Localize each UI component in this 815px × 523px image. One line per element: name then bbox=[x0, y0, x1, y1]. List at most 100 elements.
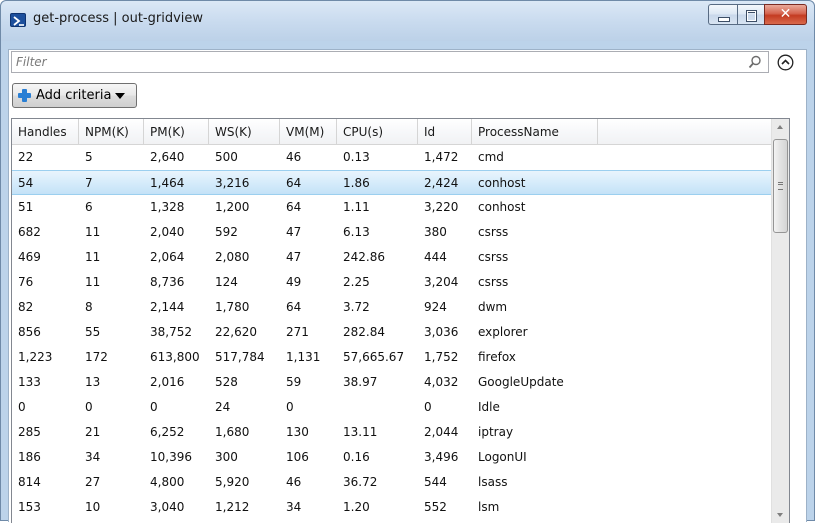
table-row[interactable]: 153 10 3,040 1,212 34 1.20 552 lsm bbox=[12, 495, 772, 520]
table-row[interactable]: 186 34 10,396 300 106 0.16 3,496 LogonUI bbox=[12, 445, 772, 470]
cell-pm: 8,736 bbox=[150, 275, 185, 289]
cell-id: 3,204 bbox=[424, 275, 459, 289]
cell-ws: 1,200 bbox=[215, 200, 250, 214]
cell-cpu: 242.86 bbox=[343, 250, 385, 264]
cell-ws: 517,784 bbox=[215, 350, 265, 364]
table-row[interactable]: 469 11 2,064 2,080 47 242.86 444 csrss bbox=[12, 245, 772, 270]
cell-cpu: 0.13 bbox=[343, 150, 370, 164]
cell-vm: 1,131 bbox=[286, 350, 321, 364]
cell-cpu: 1.11 bbox=[343, 200, 370, 214]
cell-vm: 47 bbox=[286, 225, 302, 239]
cell-pm: 2,640 bbox=[150, 150, 185, 164]
cell-processname: csrss bbox=[478, 225, 509, 239]
table-row[interactable]: 0 0 0 24 0 0 Idle bbox=[12, 395, 772, 420]
cell-pm: 2,040 bbox=[150, 225, 185, 239]
cell-handles: 285 bbox=[18, 425, 41, 439]
cell-processname: firefox bbox=[478, 350, 516, 364]
cell-ws: 300 bbox=[215, 450, 238, 464]
close-button[interactable]: ✕ bbox=[764, 4, 807, 25]
cell-id: 1,752 bbox=[424, 350, 459, 364]
cell-vm: 46 bbox=[286, 150, 302, 164]
cell-id: 0 bbox=[424, 400, 432, 414]
cell-processname: conhost bbox=[478, 176, 526, 190]
table-row[interactable]: 856 55 38,752 22,620 271 282.84 3,036 explorer bbox=[12, 320, 772, 345]
table-row[interactable]: 51 6 1,328 1,200 64 1.11 3,220 conhost bbox=[12, 195, 772, 220]
filter-input[interactable] bbox=[16, 54, 736, 70]
cell-pm: 2,016 bbox=[150, 375, 185, 389]
window-title: get-process | out-gridview bbox=[33, 11, 204, 26]
column-header-id[interactable]: Id bbox=[418, 119, 472, 145]
scroll-up-icon[interactable] bbox=[772, 119, 789, 136]
cell-processname: lsm bbox=[478, 500, 500, 514]
table-row[interactable]: 82 8 2,144 1,780 64 3.72 924 dwm bbox=[12, 295, 772, 320]
column-header-cpu[interactable]: CPU(s) bbox=[337, 119, 418, 145]
cell-pm: 38,752 bbox=[150, 325, 192, 339]
table-row[interactable]: 682 11 2,040 592 47 6.13 380 csrss bbox=[12, 220, 772, 245]
cell-processname: LogonUI bbox=[478, 450, 527, 464]
caret-down-icon bbox=[115, 92, 126, 99]
column-header-handles[interactable]: Handles bbox=[12, 119, 79, 145]
cell-npm: 27 bbox=[85, 475, 101, 489]
cell-vm: 47 bbox=[286, 250, 302, 264]
cell-processname: cmd bbox=[478, 150, 504, 164]
cell-ws: 1,212 bbox=[215, 500, 250, 514]
cell-id: 2,044 bbox=[424, 425, 459, 439]
cell-pm: 1,328 bbox=[150, 200, 185, 214]
search-icon[interactable] bbox=[748, 55, 762, 69]
cell-cpu: 3.72 bbox=[343, 300, 370, 314]
cell-id: 444 bbox=[424, 250, 447, 264]
column-header-ws[interactable]: WS(K) bbox=[209, 119, 280, 145]
filter-box bbox=[11, 51, 769, 73]
table-row[interactable]: 133 13 2,016 528 59 38.97 4,032 GoogleUpdate bbox=[12, 370, 772, 395]
cell-npm: 11 bbox=[85, 275, 101, 289]
cell-ws: 1,780 bbox=[215, 300, 250, 314]
cell-id: 3,220 bbox=[424, 200, 459, 214]
add-criteria-label: Add criteria bbox=[36, 88, 112, 103]
column-header-pm[interactable]: PM(K) bbox=[144, 119, 209, 145]
plus-icon bbox=[18, 89, 31, 102]
cell-cpu: 38.97 bbox=[343, 375, 378, 389]
cell-ws: 124 bbox=[215, 275, 238, 289]
cell-id: 380 bbox=[424, 225, 447, 239]
scroll-thumb[interactable] bbox=[773, 139, 788, 233]
cell-npm: 13 bbox=[85, 375, 101, 389]
chevron-up-circle-icon[interactable] bbox=[777, 54, 794, 71]
cell-vm: 64 bbox=[286, 200, 302, 214]
table-row[interactable]: 22 5 2,640 500 46 0.13 1,472 cmd bbox=[12, 145, 772, 170]
cell-pm: 10,396 bbox=[150, 450, 192, 464]
cell-npm: 5 bbox=[85, 150, 93, 164]
add-criteria-button[interactable]: Add criteria bbox=[12, 83, 137, 108]
cell-npm: 10 bbox=[85, 500, 101, 514]
cell-ws: 528 bbox=[215, 375, 238, 389]
cell-ws: 500 bbox=[215, 150, 238, 164]
vertical-scrollbar[interactable] bbox=[771, 119, 789, 523]
maximize-button[interactable] bbox=[737, 4, 764, 25]
cell-processname: csrss bbox=[478, 275, 509, 289]
cell-processname: explorer bbox=[478, 325, 528, 339]
cell-id: 552 bbox=[424, 500, 447, 514]
close-icon: ✕ bbox=[779, 6, 792, 22]
table-row[interactable]: 1,223 172 613,800 517,784 1,131 57,665.67 1,75… bbox=[12, 345, 772, 370]
table-row[interactable]: 54 7 1,464 3,216 64 1.86 2,424 conhost bbox=[12, 170, 772, 195]
cell-cpu: 2.25 bbox=[343, 275, 370, 289]
cell-cpu: 57,665.67 bbox=[343, 350, 405, 364]
cell-cpu: 0.16 bbox=[343, 450, 370, 464]
cell-vm: 106 bbox=[286, 450, 309, 464]
table-row[interactable]: 814 27 4,800 5,920 46 36.72 544 lsass bbox=[12, 470, 772, 495]
cell-pm: 0 bbox=[150, 400, 158, 414]
cell-npm: 172 bbox=[85, 350, 108, 364]
grid-header: Handles NPM(K) PM(K) WS(K) VM(M) CPU(s) Id Proc… bbox=[12, 119, 772, 145]
cell-handles: 469 bbox=[18, 250, 41, 264]
column-header-npm[interactable]: NPM(K) bbox=[79, 119, 144, 145]
cell-vm: 46 bbox=[286, 475, 302, 489]
cell-vm: 64 bbox=[286, 176, 302, 190]
minimize-button[interactable] bbox=[708, 4, 737, 25]
cell-cpu: 1.20 bbox=[343, 500, 370, 514]
column-header-vm[interactable]: VM(M) bbox=[280, 119, 337, 145]
column-header-processname[interactable]: ProcessName bbox=[472, 119, 598, 145]
table-row[interactable]: 285 21 6,252 1,680 130 13.11 2,044 iptray bbox=[12, 420, 772, 445]
cell-handles: 682 bbox=[18, 225, 41, 239]
title-bar[interactable]: get-process | out-gridview ✕ bbox=[1, 1, 814, 41]
cell-npm: 0 bbox=[85, 400, 93, 414]
table-row[interactable]: 76 11 8,736 124 49 2.25 3,204 csrss bbox=[12, 270, 772, 295]
